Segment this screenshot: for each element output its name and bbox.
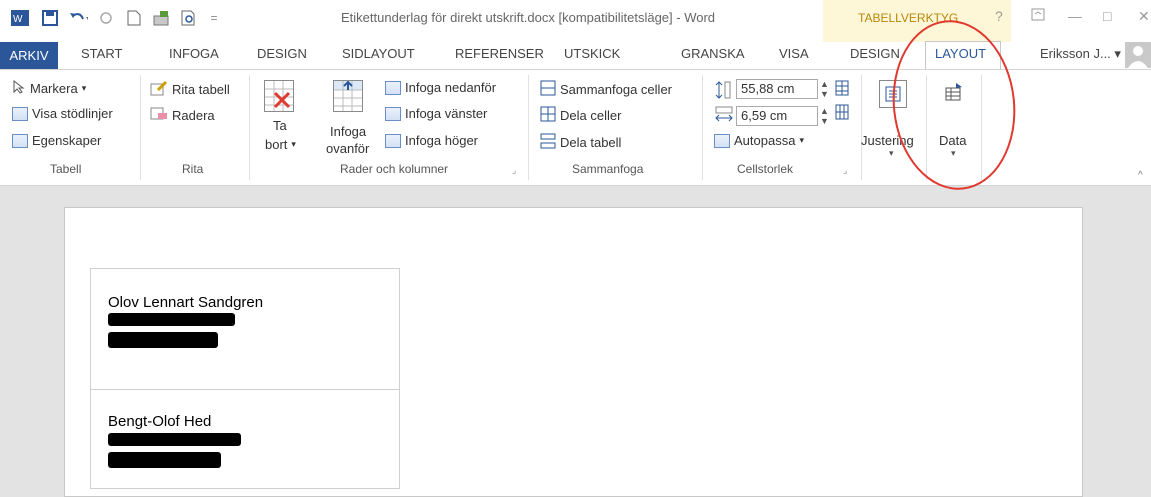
gridlines-icon: [12, 106, 28, 121]
split-table-icon: [540, 133, 556, 152]
eraser-button[interactable]: Radera: [150, 106, 215, 125]
redaction-mark: [108, 332, 218, 348]
dialog-launcher-icon[interactable]: ⌟: [512, 165, 516, 176]
merge-cells-button[interactable]: Sammanfoga celler: [540, 80, 672, 99]
print-preview-icon[interactable]: [180, 9, 200, 27]
autofit-button[interactable]: Autopassa ▾: [714, 133, 804, 148]
insert-below-icon: [385, 80, 401, 95]
minimize-button[interactable]: —: [1068, 8, 1082, 24]
select-button[interactable]: Markera ▾: [12, 79, 86, 97]
insert-right-button[interactable]: Infoga höger: [385, 133, 478, 148]
redaction-mark: [108, 313, 235, 326]
ribbon-display-icon[interactable]: [1031, 8, 1045, 25]
row-height-spinner[interactable]: ▲ ▼: [820, 79, 829, 99]
tab-page-layout[interactable]: SIDLAYOUT: [342, 46, 415, 61]
tab-start[interactable]: START: [81, 46, 122, 61]
avatar[interactable]: [1125, 42, 1151, 68]
label-name: Olov Lennart Sandgren: [108, 294, 264, 311]
label-cell[interactable]: [90, 268, 400, 390]
eraser-icon: [150, 106, 168, 125]
merge-cells-icon: [540, 80, 556, 99]
redaction-mark: [108, 452, 221, 468]
group-label-rows-columns: Rader och kolumner: [340, 162, 449, 176]
tab-design[interactable]: DESIGN: [257, 46, 307, 61]
properties-button[interactable]: Egenskaper: [12, 133, 101, 148]
user-name[interactable]: Eriksson J... ▾: [1040, 46, 1121, 62]
properties-icon: [12, 133, 28, 148]
distribute-columns-icon[interactable]: [835, 104, 849, 125]
draw-table-button[interactable]: Rita tabell: [150, 80, 230, 99]
customize-qat-icon[interactable]: =: [204, 9, 224, 27]
delete-table-icon: [264, 80, 294, 112]
cursor-icon: [12, 79, 26, 97]
tab-view[interactable]: VISA: [779, 46, 809, 61]
view-gridlines-button[interactable]: Visa stödlinjer: [12, 106, 113, 121]
save-icon[interactable]: [40, 9, 60, 27]
insert-left-button[interactable]: Infoga vänster: [385, 106, 487, 121]
help-icon[interactable]: ?: [995, 8, 1003, 24]
group-separator: [249, 75, 250, 180]
label-name: Bengt-Olof Hed: [108, 413, 212, 430]
svg-text:W: W: [13, 14, 23, 25]
tab-table-design[interactable]: DESIGN: [850, 46, 900, 61]
undo-icon[interactable]: [68, 9, 88, 27]
collapse-ribbon-icon[interactable]: ^: [1138, 170, 1143, 181]
group-label-merge: Sammanfoga: [572, 162, 644, 176]
row-height-field[interactable]: 55,88 cm: [736, 79, 818, 99]
column-width-field[interactable]: 6,59 cm: [736, 106, 818, 126]
split-table-button[interactable]: Dela tabell: [540, 133, 621, 152]
group-label-cell-size: Cellstorlek: [737, 162, 794, 176]
tab-mailings[interactable]: UTSKICK: [564, 46, 620, 61]
redo-icon[interactable]: [96, 9, 116, 27]
insert-right-icon: [385, 133, 401, 148]
redaction-mark: [108, 433, 241, 446]
quick-access-toolbar: W =: [10, 8, 224, 28]
row-height-icon: [714, 80, 732, 105]
pencil-icon: [150, 80, 168, 99]
column-width-spinner[interactable]: ▲ ▼: [820, 106, 829, 126]
word-logo-icon: W: [10, 9, 30, 27]
close-button[interactable]: ✕: [1138, 8, 1150, 25]
split-cells-icon: [540, 106, 556, 125]
distribute-rows-icon[interactable]: [835, 80, 849, 101]
maximize-button[interactable]: □: [1103, 8, 1111, 24]
autofit-icon: [714, 133, 730, 148]
dialog-launcher-icon[interactable]: ⌟: [843, 165, 847, 176]
group-separator: [528, 75, 529, 180]
group-separator: [140, 75, 141, 180]
tab-file[interactable]: ARKIV: [0, 42, 58, 69]
insert-left-icon: [385, 106, 401, 121]
document-title: Etikettunderlag för direkt utskrift.docx…: [341, 10, 716, 25]
group-label-tabell: Tabell: [50, 162, 82, 176]
column-width-icon: [714, 106, 734, 129]
group-label-rita: Rita: [182, 162, 204, 176]
insert-above-icon: [333, 80, 363, 112]
tab-insert[interactable]: INFOGA: [169, 46, 219, 61]
new-document-icon[interactable]: [124, 9, 144, 27]
insert-below-button[interactable]: Infoga nedanför: [385, 80, 496, 95]
group-separator: [861, 75, 862, 180]
tab-review[interactable]: GRANSKA: [681, 46, 745, 61]
split-cells-button[interactable]: Dela celler: [540, 106, 621, 125]
group-separator: [702, 75, 703, 180]
envelope-icon[interactable]: [152, 9, 172, 27]
tab-references[interactable]: REFERENSER: [455, 46, 544, 61]
